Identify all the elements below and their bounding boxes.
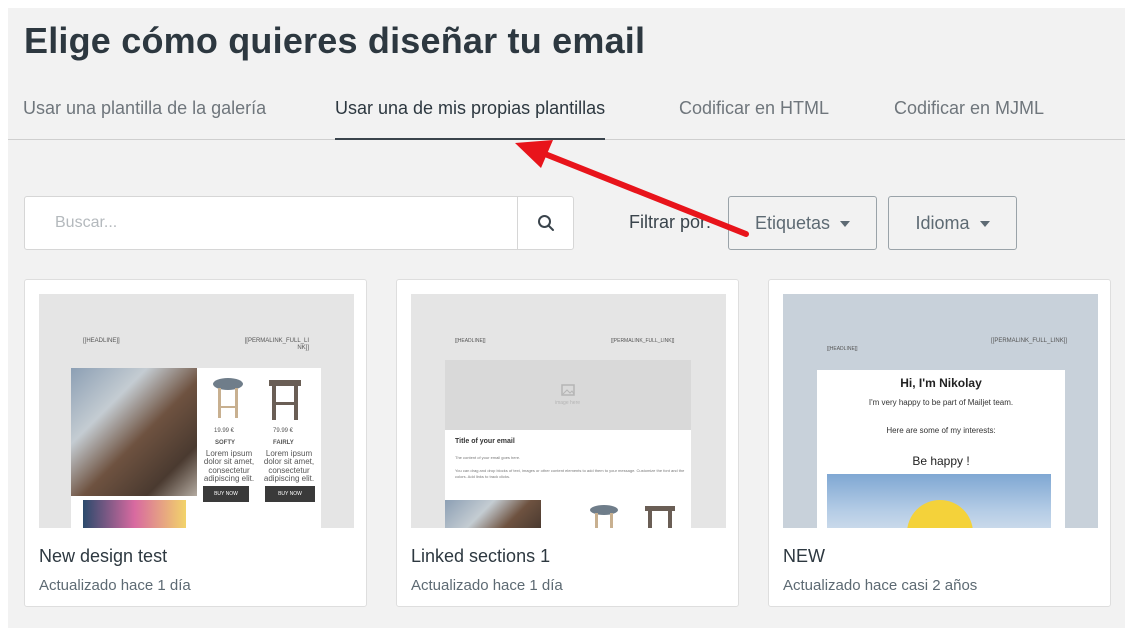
search-input[interactable] [25, 197, 518, 249]
preview-photo [71, 368, 197, 496]
template-thumbnail: [[HEADLINE]] [[PERMALINK_FULL_LINK]] Hi,… [783, 294, 1098, 528]
preview-photo [827, 474, 1051, 528]
template-name: Linked sections 1 [411, 546, 551, 566]
template-updated: Actualizado hace 1 día [39, 577, 191, 594]
product-price: 19.99 € [214, 428, 235, 434]
preview-photo [445, 500, 541, 528]
table-icon [269, 380, 301, 420]
tab-bar: Usar una plantilla de la galería Usar un… [8, 92, 1125, 140]
search-button[interactable] [517, 197, 573, 249]
search-icon [537, 215, 554, 231]
preview-body: Hi, I'm Nikolay I'm very happy to be par… [817, 370, 1065, 528]
template-name: NEW [783, 546, 825, 566]
preview-greeting: Hi, I'm Nikolay [900, 376, 982, 390]
product-name: SOFTY [215, 440, 236, 446]
image-placeholder-label: image here [555, 400, 581, 406]
product-buy-button: BUY NOW [203, 486, 249, 502]
stool-icon [213, 378, 243, 418]
preview-body: Title of your email The content of your … [445, 430, 691, 528]
preview-text: Here are some of my interests: [886, 426, 996, 435]
template-name: New design test [39, 546, 168, 566]
preview-text: I'm very happy to be part of Mailjet tea… [868, 398, 1014, 407]
language-dropdown-label: Idioma [915, 212, 970, 233]
preview-headline: [[HEADLINE]] [827, 346, 858, 352]
stool-icon [590, 505, 618, 528]
product-name: FAIRLY [273, 440, 294, 446]
caret-down-icon [840, 221, 851, 227]
search-box [24, 196, 574, 250]
preview-permalink: [[PERMALINK_FULL_LI NK]] [244, 338, 309, 352]
preview-body: 19.99 € SOFTY Lorem ipsum dolor sit amet… [71, 368, 321, 528]
product-buy-button: BUY NOW [265, 486, 315, 502]
template-thumbnail: [[HEADLINE]] [[PERMALINK_FULL_LI NK]] 19… [39, 294, 354, 528]
template-card[interactable]: [[HEADLINE]] [[PERMALINK_FULL_LINK]] ima… [396, 279, 739, 607]
smiley-icon [907, 500, 973, 528]
preview-photo [83, 500, 186, 528]
tags-dropdown[interactable]: Etiquetas [728, 196, 877, 250]
preview-text: You can drag and drop blocks of text, im… [455, 468, 685, 480]
template-thumbnail: [[HEADLINE]] [[PERMALINK_FULL_LINK]] ima… [411, 294, 726, 528]
product-price: 79.99 € [273, 428, 294, 434]
table-icon [645, 506, 675, 528]
filter-label: Filtrar por: [629, 212, 712, 232]
tab-gallery-template[interactable]: Usar una plantilla de la galería [23, 98, 266, 140]
product-description: Lorem ipsum dolor sit amet, consectetur … [263, 449, 315, 484]
caret-down-icon [979, 221, 990, 227]
preview-text: The content of your email goes here. [455, 455, 521, 460]
template-updated: Actualizado hace 1 día [411, 577, 563, 594]
preview-headline: [[HEADLINE]] [83, 338, 120, 344]
language-dropdown[interactable]: Idioma [888, 196, 1017, 250]
preview-permalink: [[PERMALINK_FULL_LINK]] [991, 338, 1068, 344]
preview-permalink: [[PERMALINK_FULL_LINK]] [611, 338, 675, 344]
preview-headline: [[HEADLINE]] [455, 338, 486, 344]
tab-own-templates[interactable]: Usar una de mis propias plantillas [335, 98, 606, 140]
preview-image-placeholder: image here [445, 360, 691, 430]
page-title: Elige cómo quieres diseñar tu email [24, 20, 646, 61]
tab-code-html[interactable]: Codificar en HTML [679, 98, 829, 140]
product-description: Lorem ipsum dolor sit amet, consectetur … [203, 449, 255, 484]
tab-code-mjml[interactable]: Codificar en MJML [894, 98, 1044, 140]
template-updated: Actualizado hace casi 2 años [783, 577, 978, 594]
preview-email-title: Title of your email [455, 438, 515, 445]
image-icon [561, 384, 575, 396]
tags-dropdown-label: Etiquetas [754, 212, 831, 233]
preview-text: Be happy ! [912, 454, 970, 468]
template-card[interactable]: [[HEADLINE]] [[PERMALINK_FULL_LINK]] Hi,… [768, 279, 1111, 607]
template-card[interactable]: [[HEADLINE]] [[PERMALINK_FULL_LI NK]] 19… [24, 279, 367, 607]
